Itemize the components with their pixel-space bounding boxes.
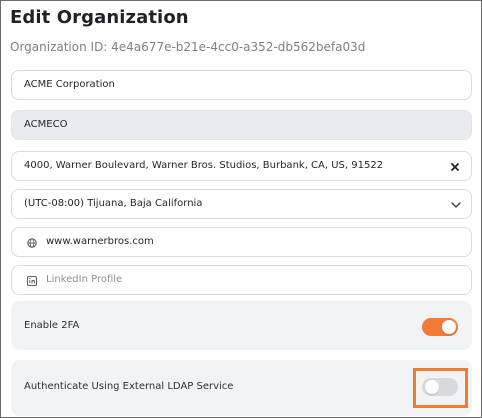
address-field[interactable]: 4000, Warner Boulevard, Warner Bros. Stu… <box>11 151 472 181</box>
website-field[interactable]: www.warnerbros.com <box>11 227 472 257</box>
website-value: www.warnerbros.com <box>46 236 154 247</box>
enable-2fa-label: Enable 2FA <box>24 320 80 331</box>
linkedin-icon <box>26 275 38 287</box>
enable-2fa-toggle[interactable] <box>422 318 458 336</box>
linkedin-placeholder: LinkedIn Profile <box>46 274 123 285</box>
organization-short-name-field: ACMECO <box>11 110 472 140</box>
organization-name-value: ACME Corporation <box>24 79 115 90</box>
globe-icon <box>27 238 37 248</box>
address-value: 4000, Warner Boulevard, Warner Bros. Stu… <box>24 160 384 171</box>
ldap-label: Authenticate Using External LDAP Service <box>24 381 234 392</box>
enable-2fa-setting: Enable 2FA <box>11 301 472 350</box>
linkedin-field[interactable]: LinkedIn Profile <box>11 265 472 295</box>
chevron-down-icon[interactable] <box>450 200 462 210</box>
timezone-select[interactable]: (UTC-08:00) Tijuana, Baja California <box>11 189 472 219</box>
timezone-value: (UTC-08:00) Tijuana, Baja California <box>24 198 203 209</box>
organization-short-name-value: ACMECO <box>24 119 68 130</box>
ldap-setting: Authenticate Using External LDAP Service <box>11 360 472 416</box>
toggle-knob <box>442 320 456 334</box>
close-icon[interactable] <box>449 161 461 173</box>
page-title: Edit Organization <box>10 7 189 28</box>
ldap-toggle-highlight <box>413 368 468 408</box>
organization-name-field[interactable]: ACME Corporation <box>11 70 472 100</box>
edit-organization-panel: Edit Organization Organization ID: 4e4a6… <box>0 0 482 418</box>
organization-id: Organization ID: 4e4a677e-b21e-4cc0-a352… <box>10 40 366 54</box>
